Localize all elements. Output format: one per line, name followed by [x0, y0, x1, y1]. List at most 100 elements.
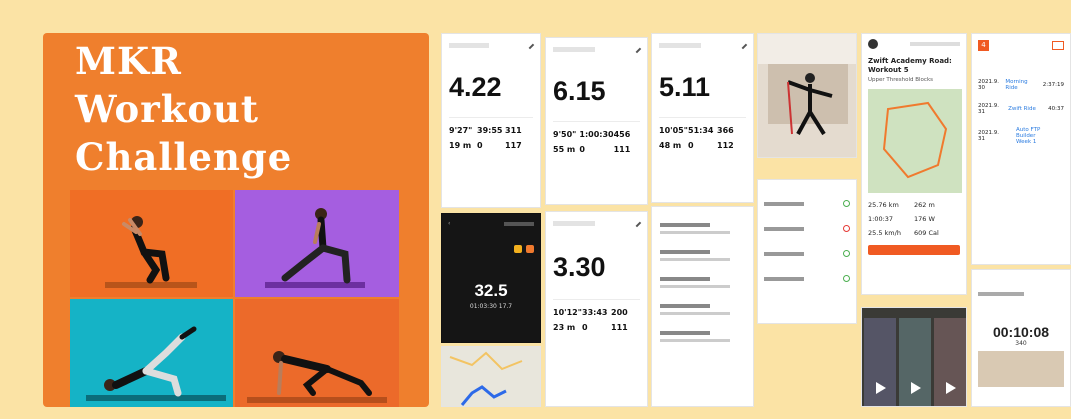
action-button[interactable] — [868, 245, 960, 255]
list-item[interactable] — [660, 331, 745, 342]
stat-pace: 9'27" — [449, 126, 473, 135]
stat-pace: 10'12" — [553, 308, 582, 317]
title-line-2: Workout — [75, 87, 260, 131]
stat-calories: 200 — [611, 308, 628, 317]
stat-pace: 9'50" — [553, 130, 577, 139]
stat-elevation: 262 m — [914, 201, 935, 209]
workout-title: Zwift Academy Road: Workout 5 — [868, 57, 952, 74]
stat-cadence: 111 — [611, 323, 628, 332]
alert-icon — [843, 225, 850, 232]
stat-elevation: 48 m — [659, 141, 682, 150]
row-date: 2021.9. 31 — [978, 130, 999, 142]
route-line-icon — [442, 347, 540, 406]
route-line-icon — [868, 89, 962, 193]
list-item[interactable] — [660, 277, 745, 288]
stat-watts: 176 W — [914, 215, 935, 223]
header-placeholder — [449, 42, 489, 48]
trophy-icon — [514, 245, 522, 253]
workout-list-screen — [651, 206, 754, 407]
ride-log-table: 4 2021.9. 30 Morning Ride 2:37:19 2021.9… — [971, 33, 1071, 265]
back-icon[interactable]: ‹ — [448, 220, 450, 227]
check-icon — [843, 200, 850, 207]
table-row[interactable]: 2021.9. 31 Auto FTP Builder Week 1 — [978, 127, 1064, 145]
header-placeholder — [659, 42, 701, 48]
timer-screen: 00:10:08 340 — [971, 269, 1071, 407]
list-item[interactable] — [660, 223, 745, 234]
title-line-1: MKR — [75, 39, 182, 83]
stat-calories: 456 — [613, 130, 631, 139]
header-placeholder — [978, 292, 1024, 296]
check-icon — [843, 250, 850, 257]
run-distance: 4.22 — [449, 72, 502, 102]
stat-calories: 311 — [505, 126, 522, 135]
stat-time: 1:00:30 — [579, 130, 614, 139]
stat-distance: 25.76 km — [868, 201, 899, 209]
workout-screenshot-collage: 4.22 9'27" 39:55 311 19 m 0 117 ‹ 32.5 0… — [439, 33, 1071, 407]
edit-icon[interactable] — [525, 40, 535, 50]
stat-time: 1:00:37 — [868, 215, 894, 223]
stat-time: 39:55 — [477, 126, 503, 135]
exercise-tile-mountain-climber — [235, 299, 399, 407]
dancer-photo-icon — [758, 34, 856, 157]
check-icon — [843, 275, 850, 282]
stat-heart-rate: 0 — [579, 145, 585, 154]
route-map — [868, 89, 962, 193]
run-summary-screen-4: 3.30 10'12" 33:43 200 23 m 0 111 — [545, 211, 648, 407]
video-thumbnails-icon — [862, 308, 966, 406]
route-map — [441, 346, 541, 407]
exercise-tile-glute-bridge — [70, 299, 233, 407]
edit-icon[interactable] — [632, 218, 642, 228]
run-distance: 3.30 — [553, 252, 606, 282]
run-distance: 5.11 — [659, 72, 711, 102]
header-placeholder — [504, 221, 534, 226]
table-row[interactable]: 2021.9. 30 Morning Ride 2:37:19 — [978, 79, 1064, 91]
stat-speed: 25.5 km/h — [868, 229, 901, 237]
row-date: 2021.9. 31 — [978, 103, 999, 115]
header-placeholder — [553, 46, 595, 52]
lunge-figure-icon — [265, 208, 365, 288]
run-summary-screen-2: 6.15 9'50" 1:00:30 456 55 m 0 111 — [545, 37, 648, 205]
menu-icon[interactable] — [1052, 41, 1064, 50]
list-item[interactable] — [764, 250, 850, 257]
row-value: 40:37 — [1048, 106, 1064, 112]
workout-subtitle: Upper Threshold Blocks — [868, 77, 933, 83]
workout-photo — [978, 351, 1064, 387]
stat-heart-rate: 0 — [688, 141, 694, 150]
run-distance: 6.15 — [553, 76, 606, 106]
stat-time: 33:43 — [582, 308, 608, 317]
edit-icon[interactable] — [632, 44, 642, 54]
squat-figure-icon — [105, 216, 197, 288]
stat-elevation: 55 m — [553, 145, 576, 154]
row-link[interactable]: Morning Ride — [1005, 79, 1041, 91]
exercise-tile-squat — [70, 190, 233, 297]
rank-badge: 4 — [978, 40, 989, 51]
list-item[interactable] — [660, 250, 745, 261]
run-summary-screen-1: 4.22 9'27" 39:55 311 19 m 0 117 — [441, 33, 541, 208]
row-link[interactable]: Auto FTP Builder Week 1 — [1016, 127, 1052, 145]
list-item[interactable] — [764, 200, 850, 207]
mountain-climber-figure-icon — [247, 351, 387, 403]
timer-value: 00:10:08 — [992, 324, 1050, 340]
table-row[interactable]: 2021.9. 31 Zwift Ride 40:37 — [978, 103, 1064, 115]
row-link[interactable]: Zwift Ride — [1008, 106, 1044, 112]
avatar — [868, 39, 878, 49]
treadmill-value: 32.5 — [474, 281, 508, 300]
stat-cadence: 117 — [505, 141, 522, 150]
list-item[interactable] — [764, 275, 850, 282]
list-item[interactable] — [660, 304, 745, 315]
stat-cadence: 112 — [717, 141, 734, 150]
timer-subvalue: 340 — [1015, 340, 1027, 347]
stat-heart-rate: 0 — [477, 141, 483, 150]
challenge-poster: MKR Workout Challenge — [43, 33, 429, 407]
stat-time: 51:34 — [688, 126, 714, 135]
video-frames — [861, 307, 967, 407]
run-summary-screen-3: 5.11 10'05" 51:34 366 48 m 0 112 — [651, 33, 754, 203]
stat-calories: 366 — [717, 126, 734, 135]
header-placeholder — [553, 220, 595, 226]
row-date: 2021.9. 30 — [978, 79, 999, 91]
edit-icon[interactable] — [738, 40, 748, 50]
poster-title: MKR Workout Challenge — [75, 37, 292, 181]
row-value: 2:37:19 — [1042, 82, 1064, 88]
stat-cadence: 111 — [613, 145, 631, 154]
list-item[interactable] — [764, 225, 850, 232]
